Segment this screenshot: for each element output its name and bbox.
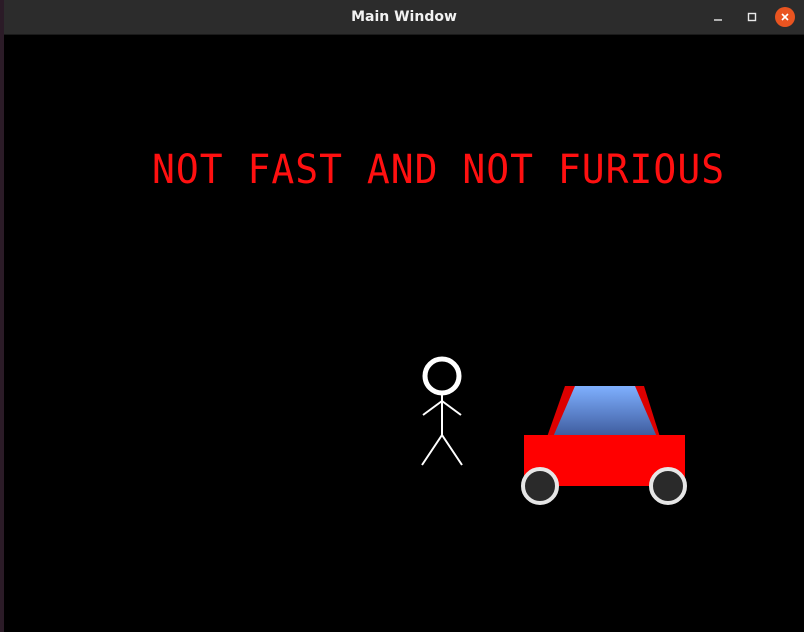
car xyxy=(521,386,687,505)
stick-figure-left-arm xyxy=(422,400,443,416)
stick-figure-right-arm xyxy=(441,400,462,416)
minimize-button[interactable] xyxy=(706,5,730,29)
close-icon xyxy=(781,13,789,21)
game-canvas[interactable]: NOT FAST AND NOT FURIOUS xyxy=(4,35,804,632)
main-window: Main Window NOT FAST AND NOT FURIOUS xyxy=(4,0,804,632)
stick-figure-left-leg xyxy=(421,434,443,466)
close-button-circle xyxy=(775,7,795,27)
titlebar[interactable]: Main Window xyxy=(4,0,804,35)
stick-figure-right-leg xyxy=(441,434,463,466)
stick-figure xyxy=(421,356,463,466)
maximize-button[interactable] xyxy=(740,5,764,29)
car-rear-wheel xyxy=(521,467,559,505)
scene-drawing xyxy=(421,356,687,505)
minimize-icon xyxy=(714,19,722,21)
maximize-icon xyxy=(747,12,757,22)
car-front-wheel xyxy=(649,467,687,505)
window-title: Main Window xyxy=(351,9,457,25)
stick-figure-head xyxy=(422,356,462,396)
close-button[interactable] xyxy=(773,5,797,29)
